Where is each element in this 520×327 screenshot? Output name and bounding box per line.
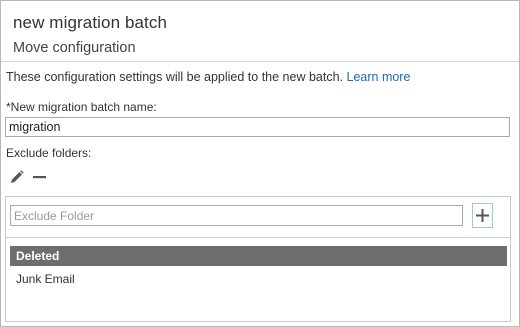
info-text: These configuration settings will be app… (6, 70, 410, 84)
batch-name-input[interactable] (5, 117, 510, 137)
dialog-subtitle: Move configuration (13, 40, 136, 56)
info-message: These configuration settings will be app… (6, 70, 344, 84)
list-item[interactable]: Deleted (10, 246, 507, 266)
migration-dialog: new migration batch Move configuration T… (0, 0, 520, 327)
dialog-title: new migration batch (13, 13, 168, 32)
exclude-folder-input[interactable] (10, 205, 463, 226)
batch-name-label: *New migration batch name: (6, 100, 157, 114)
list-item[interactable]: Junk Email (10, 269, 507, 289)
add-folder-button[interactable] (472, 203, 493, 228)
header-divider (1, 61, 519, 62)
plus-icon (476, 209, 489, 222)
panel-divider (6, 237, 510, 238)
exclude-folders-panel: Deleted Junk Email (5, 196, 511, 322)
pencil-icon[interactable] (9, 169, 25, 185)
exclude-folders-label: Exclude folders: (6, 146, 92, 160)
excluded-folders-list: Deleted Junk Email (10, 246, 507, 289)
learn-more-link[interactable]: Learn more (347, 70, 411, 84)
minus-icon[interactable] (32, 169, 48, 185)
